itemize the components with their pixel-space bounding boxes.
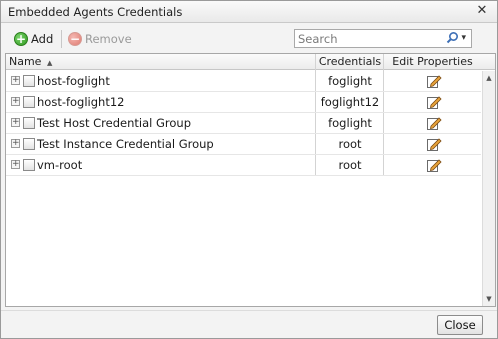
expand-icon[interactable]: +	[11, 76, 20, 85]
row-credentials: foglight	[328, 116, 372, 130]
column-name-label: Name	[9, 55, 42, 68]
title-bar: Embedded Agents Credentials ✕	[1, 1, 497, 23]
row-name: host-foglight	[37, 74, 110, 88]
add-button-label: Add	[31, 32, 54, 46]
scroll-down-icon[interactable]: ▼	[483, 293, 495, 305]
edit-pencil-icon[interactable]	[426, 136, 442, 152]
toolbar: + Add − Remove ▾	[5, 27, 493, 51]
grid-header: Name ▲ Credentials Edit Properties	[6, 54, 495, 70]
close-icon[interactable]: ✕	[475, 4, 489, 18]
table-row[interactable]: + host-foglight foglight	[6, 71, 481, 92]
scroll-up-icon[interactable]: ▲	[483, 72, 495, 84]
expand-icon[interactable]: +	[11, 97, 20, 106]
row-credentials: foglight12	[320, 95, 380, 109]
remove-circle-icon: −	[68, 32, 82, 46]
edit-pencil-icon[interactable]	[426, 157, 442, 173]
row-name: Test Host Credential Group	[37, 116, 191, 130]
vertical-scrollbar[interactable]: ▲ ▼	[482, 71, 495, 306]
credentials-grid: Name ▲ Credentials Edit Properties + hos…	[5, 53, 496, 307]
edit-pencil-icon[interactable]	[426, 73, 442, 89]
expand-icon[interactable]: +	[11, 139, 20, 148]
row-credentials: root	[338, 137, 362, 151]
column-header-edit-properties[interactable]: Edit Properties	[384, 54, 481, 70]
footer-divider	[1, 310, 497, 311]
row-credentials: foglight	[328, 74, 372, 88]
row-checkbox[interactable]	[23, 75, 35, 87]
search-input[interactable]	[295, 30, 435, 47]
sort-ascending-icon: ▲	[46, 59, 53, 67]
remove-button-label: Remove	[85, 32, 132, 46]
table-row[interactable]: + Test Host Credential Group foglight	[6, 113, 481, 134]
credentials-dialog: Embedded Agents Credentials ✕ + Add − Re…	[0, 0, 498, 339]
expand-icon[interactable]: +	[11, 160, 20, 169]
table-row[interactable]: + host-foglight12 foglight12	[6, 92, 481, 113]
remove-button[interactable]: − Remove	[68, 29, 132, 49]
grid-rows: + host-foglight foglight + host-foglight…	[6, 71, 481, 176]
expand-icon[interactable]: +	[11, 118, 20, 127]
row-name: vm-root	[37, 158, 83, 172]
search-options-button[interactable]: ▾	[446, 31, 466, 44]
search-box: ▾	[294, 29, 472, 48]
edit-pencil-icon[interactable]	[426, 94, 442, 110]
close-button[interactable]: Close	[437, 315, 483, 335]
dialog-title: Embedded Agents Credentials	[8, 5, 183, 19]
row-name: host-foglight12	[37, 95, 125, 109]
row-checkbox[interactable]	[23, 138, 35, 150]
toolbar-separator	[61, 30, 62, 48]
row-checkbox[interactable]	[23, 96, 35, 108]
add-circle-icon: +	[14, 32, 28, 46]
table-row[interactable]: + Test Instance Credential Group root	[6, 134, 481, 155]
edit-pencil-icon[interactable]	[426, 115, 442, 131]
chevron-down-icon: ▾	[461, 32, 466, 43]
row-credentials: root	[338, 158, 362, 172]
search-icon	[447, 31, 459, 44]
row-checkbox[interactable]	[23, 159, 35, 171]
add-button[interactable]: + Add	[14, 29, 53, 49]
row-name: Test Instance Credential Group	[37, 137, 214, 151]
column-header-name[interactable]: Name ▲	[9, 54, 52, 70]
column-header-credentials[interactable]: Credentials	[316, 54, 384, 70]
table-row[interactable]: + vm-root root	[6, 155, 481, 176]
row-checkbox[interactable]	[23, 117, 35, 129]
